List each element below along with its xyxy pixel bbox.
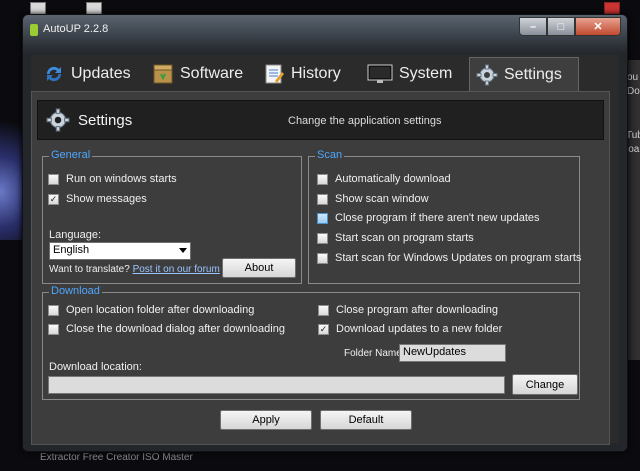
tab-history[interactable]: History (263, 57, 341, 91)
checkbox-label: Run on windows starts (66, 173, 177, 185)
show-scan-window-checkbox[interactable]: Show scan window (317, 193, 429, 205)
page-title: Settings (78, 112, 133, 129)
tab-label: System (399, 65, 453, 82)
general-legend: General (49, 149, 93, 161)
package-icon (152, 63, 174, 85)
translate-note: Want to translate? Post it on our forum (49, 264, 220, 275)
checkbox-label: Start scan on program starts (335, 232, 474, 244)
monitor-icon (367, 63, 393, 85)
title-bar[interactable]: AutoUP 2.2.8 – □ ✕ (23, 15, 627, 45)
app-window: AutoUP 2.2.8 – □ ✕ Updates Software Hist… (22, 14, 628, 452)
language-value: English (53, 244, 90, 256)
download-legend: Download (49, 285, 102, 297)
checkbox-box[interactable] (48, 304, 59, 316)
download-group: Download Open location folder after down… (42, 285, 580, 400)
checkbox-box[interactable] (48, 173, 59, 185)
checkbox-box[interactable] (318, 304, 329, 316)
folder-name-input[interactable]: NewUpdates (399, 344, 506, 362)
apply-button[interactable]: Apply (220, 410, 312, 430)
checkbox-box[interactable] (317, 212, 328, 224)
close-program-checkbox[interactable]: Close program after downloading (318, 304, 498, 316)
run-on-start-checkbox[interactable]: Run on windows starts (48, 173, 177, 185)
page-subtitle: Change the application settings (288, 115, 442, 127)
checkbox-box[interactable] (317, 173, 328, 185)
open-folder-checkbox[interactable]: Open location folder after downloading (48, 304, 254, 316)
new-folder-checkbox[interactable]: ✓ Download updates to a new folder (318, 323, 502, 335)
app-icon (30, 24, 38, 36)
tab-bar: Updates Software History System Settings (31, 55, 619, 92)
checkbox-label: Close program after downloading (336, 304, 499, 316)
tab-software[interactable]: Software (152, 57, 243, 91)
desktop-icon-labels: Extractor Free Creator ISO Master (40, 452, 193, 463)
default-button[interactable]: Default (320, 410, 412, 430)
folder-name-value: NewUpdates (403, 346, 466, 358)
desktop-icon-label[interactable]: loa (626, 144, 639, 155)
tab-label: Software (180, 65, 244, 82)
general-group: General Run on windows starts ✓ Show mes… (42, 149, 302, 284)
window-title: AutoUP 2.2.8 (43, 23, 109, 35)
minimize-button[interactable]: – (519, 17, 547, 36)
client-area: Updates Software History System Settings… (31, 55, 619, 445)
checkbox-label: Start scan for Windows Updates on progra… (335, 252, 582, 264)
auto-download-checkbox[interactable]: Automatically download (317, 173, 451, 185)
checkbox-box[interactable]: ✓ (318, 323, 329, 335)
change-button[interactable]: Change (512, 374, 578, 395)
maximize-button[interactable]: □ (547, 17, 575, 36)
checkbox-label: Show scan window (335, 193, 429, 205)
tab-label: Settings (504, 66, 562, 83)
about-button[interactable]: About (222, 258, 296, 278)
folder-name-label: Folder Name: (344, 348, 405, 359)
chevron-down-icon[interactable] (179, 248, 187, 253)
refresh-icon (43, 63, 65, 85)
translate-text: Want to translate? (49, 264, 130, 275)
checkbox-box[interactable] (48, 323, 59, 335)
language-select[interactable]: English (49, 242, 191, 260)
desktop-icon-label[interactable]: Tub (626, 130, 640, 141)
tab-updates[interactable]: Updates (43, 57, 131, 91)
notepad-icon (263, 63, 285, 85)
checkbox-label: Close the download dialog after download… (66, 323, 285, 335)
download-location-label: Download location: (49, 361, 142, 373)
close-if-no-updates-checkbox[interactable]: Close program if there aren't new update… (317, 212, 540, 224)
show-messages-checkbox[interactable]: ✓ Show messages (48, 193, 147, 205)
checkbox-label: Download updates to a new folder (336, 323, 503, 335)
forum-link[interactable]: Post it on our forum (133, 264, 220, 275)
settings-panel: Settings Change the application settings… (31, 91, 610, 445)
close-button[interactable]: ✕ (575, 17, 621, 36)
checkbox-label: Open location folder after downloading (66, 304, 255, 316)
settings-header: Settings Change the application settings (37, 100, 604, 140)
gear-icon (46, 108, 70, 135)
download-location-input[interactable] (48, 376, 505, 394)
tab-system[interactable]: System (367, 57, 452, 91)
checkbox-label: Show messages (66, 193, 147, 205)
checkbox-label: Close program if there aren't new update… (335, 212, 540, 224)
scan-legend: Scan (315, 149, 345, 161)
gear-icon (476, 64, 498, 86)
close-dialog-checkbox[interactable]: Close the download dialog after download… (48, 323, 285, 335)
checkbox-box[interactable] (317, 193, 328, 205)
window-controls: – □ ✕ (519, 17, 621, 36)
checkbox-box[interactable]: ✓ (48, 193, 59, 205)
desktop-icon-label[interactable]: ou (627, 72, 638, 83)
windows-updates-scan-checkbox[interactable]: Start scan for Windows Updates on progra… (317, 252, 581, 264)
scan-group: Scan Automatically download Show scan wi… (308, 149, 581, 284)
language-label: Language: (49, 229, 101, 241)
checkbox-box[interactable] (317, 232, 328, 244)
scan-on-start-checkbox[interactable]: Start scan on program starts (317, 232, 474, 244)
desktop-icon-label[interactable]: Do (627, 86, 640, 97)
tab-label: Updates (71, 65, 131, 82)
tab-label: History (291, 65, 341, 82)
tab-settings[interactable]: Settings (469, 57, 579, 92)
checkbox-box[interactable] (317, 252, 328, 264)
checkbox-label: Automatically download (335, 173, 451, 185)
